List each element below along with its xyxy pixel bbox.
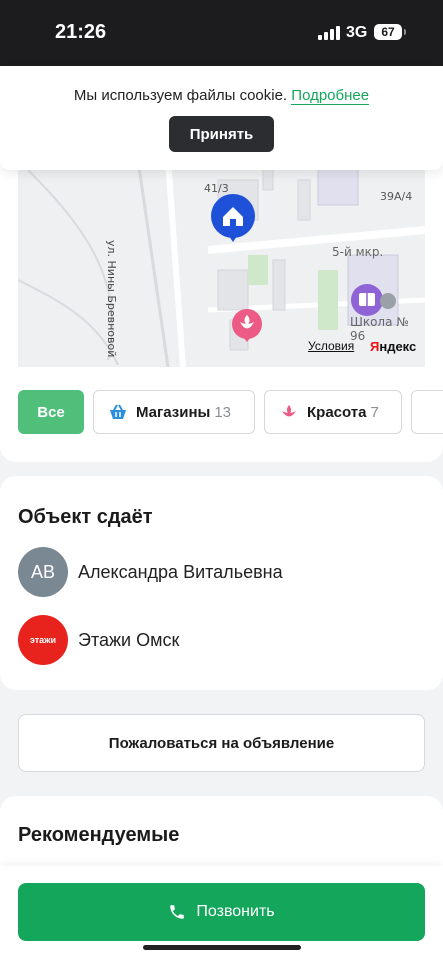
owner-section-title: Объект сдаёт: [18, 506, 153, 528]
map-label-building: 41/3: [204, 182, 229, 195]
phone-icon: [170, 905, 185, 919]
owner-name: Александра Витальевна: [78, 561, 283, 582]
map[interactable]: ул. Нины Бревновой 41/3 39А/4 5-й мкр. Ш…: [18, 160, 425, 367]
recommended-title: Рекомендуемые: [18, 824, 180, 846]
agency-name: Этажи Омск: [78, 629, 180, 650]
filter-shops-chip[interactable]: Магазины 13: [93, 390, 255, 434]
battery-icon: 67: [374, 24, 406, 40]
street-label: ул. Нины Бревновой: [105, 240, 118, 358]
call-button[interactable]: Позвонить: [18, 883, 425, 941]
map-label-district: 5-й мкр.: [332, 245, 384, 259]
filter-more-chip[interactable]: [411, 390, 443, 434]
status-bar: 21:26 3G 67: [0, 0, 443, 66]
owner-card: Объект сдаёт АВ Александра Витальевна эт…: [0, 476, 443, 690]
home-indicator: [143, 945, 301, 950]
basket-icon: [110, 404, 126, 419]
map-terms-link[interactable]: Условия: [308, 339, 354, 353]
status-time: 21:26: [55, 21, 107, 43]
signal-icon: [318, 26, 340, 40]
cookie-text: Мы используем файлы cookie. Подробнее: [73, 87, 370, 105]
lotus-icon: [282, 405, 296, 417]
map-provider-logo: Яндекс: [370, 339, 417, 354]
filter-beauty-chip[interactable]: Красота 7: [264, 390, 402, 434]
category-filters: Все Магазины 13 Красота 7: [18, 390, 443, 434]
owner-agency-row[interactable]: этажи Этажи Омск: [18, 615, 179, 665]
cookie-more-link[interactable]: Подробнее: [291, 87, 370, 105]
network-type: 3G: [346, 24, 368, 41]
owner-person-row[interactable]: АВ Александра Витальевна: [18, 547, 283, 597]
cookie-accept-button[interactable]: Принять: [169, 116, 274, 152]
bottom-action-bar: Позвонить: [0, 866, 443, 960]
report-listing-button[interactable]: Пожаловаться на объявление: [18, 714, 425, 772]
agency-logo: этажи: [18, 615, 68, 665]
cookie-banner: Мы используем файлы cookie. Подробнее Пр…: [0, 66, 443, 170]
filter-all-chip[interactable]: Все: [18, 390, 84, 434]
map-label-building: 39А/4: [380, 190, 413, 203]
avatar: АВ: [18, 547, 68, 597]
